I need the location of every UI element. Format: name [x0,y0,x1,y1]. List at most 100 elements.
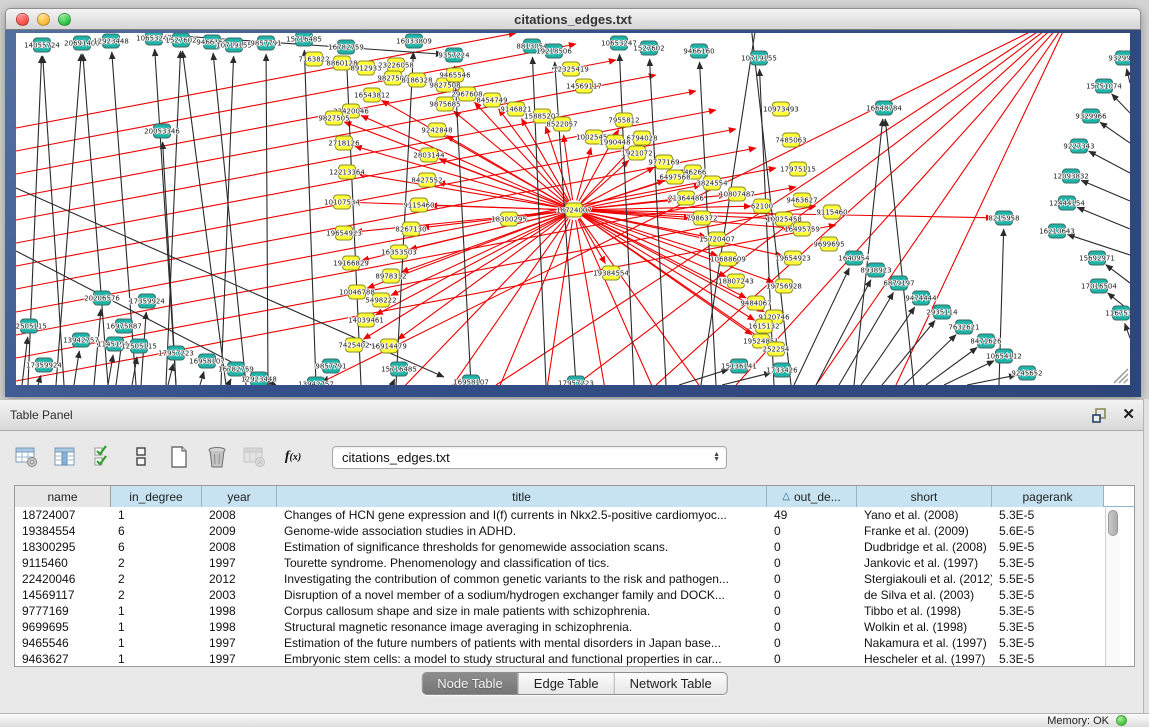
table-cell[interactable]: 0 [767,587,857,603]
network-edge[interactable] [396,217,567,385]
network-node[interactable]: 19384554 [593,266,629,280]
table-cell[interactable]: Estimation of significance thresholds fo… [277,539,767,555]
table-cell[interactable]: 9777169 [15,603,111,619]
network-edge[interactable] [583,167,654,205]
function-builder-button[interactable]: f(x) [280,444,306,470]
network-edge[interactable] [108,355,113,385]
table-cell[interactable]: Nakamura et al. (1997) [857,635,992,651]
table-cell[interactable]: Tibbo et al. (1998) [857,603,992,619]
table-cell[interactable]: 5.3E-5 [992,603,1104,619]
table-cell[interactable]: 2003 [202,587,277,603]
network-edge[interactable] [967,375,1016,385]
network-node[interactable]: 9357224 [438,48,470,62]
scrollbar-thumb[interactable] [1108,510,1118,536]
table-cell[interactable]: de Silva et al. (2003) [857,587,992,603]
table-cell[interactable]: 1 [111,635,202,651]
network-node[interactable]: 62100 [751,199,773,213]
network-edge[interactable] [722,373,771,385]
column-header-short[interactable]: short [857,486,992,507]
table-cell[interactable]: 0 [767,523,857,539]
network-node[interactable]: 12325419 [553,62,589,76]
network-node[interactable]: 17016504 [1081,279,1117,293]
select-columns-button[interactable] [90,444,116,470]
table-cell[interactable]: 49 [767,507,857,523]
network-edge[interactable] [679,369,729,385]
table-cell[interactable]: 5.3E-5 [992,619,1104,635]
network-edge[interactable] [650,59,666,385]
table-cell[interactable]: 5.3E-5 [992,651,1104,667]
table-row[interactable]: 977716911998Corpus callosum shape and si… [15,603,1134,619]
table-cell[interactable]: 0 [767,603,857,619]
network-edge[interactable] [576,220,606,385]
table-cell[interactable]: Franke et al. (2009) [857,523,992,539]
table-cell[interactable]: Structural magnetic resonance image aver… [277,619,767,635]
network-node[interactable]: 15692971 [1079,251,1115,265]
network-node[interactable]: 15716485 [381,362,417,376]
network-edge[interactable] [656,33,1056,385]
network-node[interactable]: 9466160 [683,44,714,58]
table-cell[interactable]: Investigating the contribution of common… [277,571,767,587]
network-edge[interactable] [564,135,573,200]
table-cell[interactable]: Genome-wide association studies in ADHD. [277,523,767,539]
table-source-select[interactable]: citations_edges.txt ▲▼ [332,446,727,469]
network-edge[interactable] [392,379,395,385]
network-edge[interactable] [168,364,173,385]
network-node[interactable]: 1167533 [1105,306,1130,320]
table-cell[interactable]: 5.6E-5 [992,523,1104,539]
table-cell[interactable]: 2 [111,571,202,587]
minimize-window-button[interactable] [37,13,50,26]
table-cell[interactable]: 2009 [202,523,277,539]
network-node[interactable]: 9484067 [740,296,771,310]
tab-node-table[interactable]: Node Table [422,673,519,694]
column-header-name[interactable]: name [15,486,111,507]
table-cell[interactable]: 5.3E-5 [992,587,1104,603]
network-edge[interactable] [182,51,226,385]
network-node[interactable]: 7632621 [948,320,979,334]
network-node[interactable]: 10688609 [710,252,746,266]
column-header-year[interactable]: year [202,486,277,507]
table-cell[interactable]: 1 [111,603,202,619]
close-panel-icon[interactable]: ✕ [1122,408,1135,422]
table-cell[interactable]: Stergiakouli et al. (2012) [857,571,992,587]
network-node[interactable]: 10719155 [741,51,777,65]
network-canvas[interactable]: 1872400716543812224200469827505271812612… [16,33,1130,385]
network-node[interactable]: 8427552 [411,173,442,187]
column-header-title[interactable]: title [277,486,767,507]
tab-network-table[interactable]: Network Table [615,673,727,694]
table-cell[interactable]: 9699695 [15,619,111,635]
network-edge[interactable] [555,62,576,385]
network-edge[interactable] [200,372,204,385]
network-edge[interactable] [816,33,1064,385]
table-cell[interactable]: Estimation of the future numbers of pati… [277,635,767,651]
table-cell[interactable]: Hescheler et al. (1997) [857,651,992,667]
network-node[interactable]: 16210643 [1039,224,1075,238]
network-edge[interactable] [1077,207,1130,229]
table-cell[interactable]: 9463627 [15,651,111,667]
network-edge[interactable] [576,33,1052,385]
network-node[interactable]: 16975887 [106,319,142,333]
network-edge[interactable] [213,53,246,385]
network-edge[interactable] [28,56,42,385]
network-node[interactable]: 7425402 [338,338,369,352]
network-node[interactable]: 16353503 [381,245,417,259]
network-edge[interactable] [1089,151,1130,173]
network-node[interactable]: 14039461 [348,313,384,327]
network-node[interactable]: 14055724 [24,38,60,52]
table-cell[interactable]: Embryonic stem cells: a model to study s… [277,651,767,667]
network-node[interactable]: 13942757 [63,333,99,347]
table-row[interactable]: 2242004622012Investigating the contribut… [15,571,1134,587]
network-node[interactable]: 20053346 [144,124,180,138]
network-node[interactable]: 19166829 [333,256,369,270]
table-cell[interactable]: 0 [767,571,857,587]
network-node[interactable]: 13942757 [298,377,334,385]
network-edge[interactable] [926,348,977,385]
column-header-in_degree[interactable]: in_degree [111,486,202,507]
network-edge[interactable] [446,218,568,385]
network-edge[interactable] [794,268,849,385]
network-edge[interactable] [74,351,79,385]
network-edge[interactable] [439,159,564,207]
table-cell[interactable]: Jankovic et al. (1997) [857,555,992,571]
resize-grip-icon[interactable] [1114,369,1128,383]
network-node[interactable]: 9857791 [315,359,346,373]
table-cell[interactable]: Tourette syndrome. Phenomenology and cla… [277,555,767,571]
